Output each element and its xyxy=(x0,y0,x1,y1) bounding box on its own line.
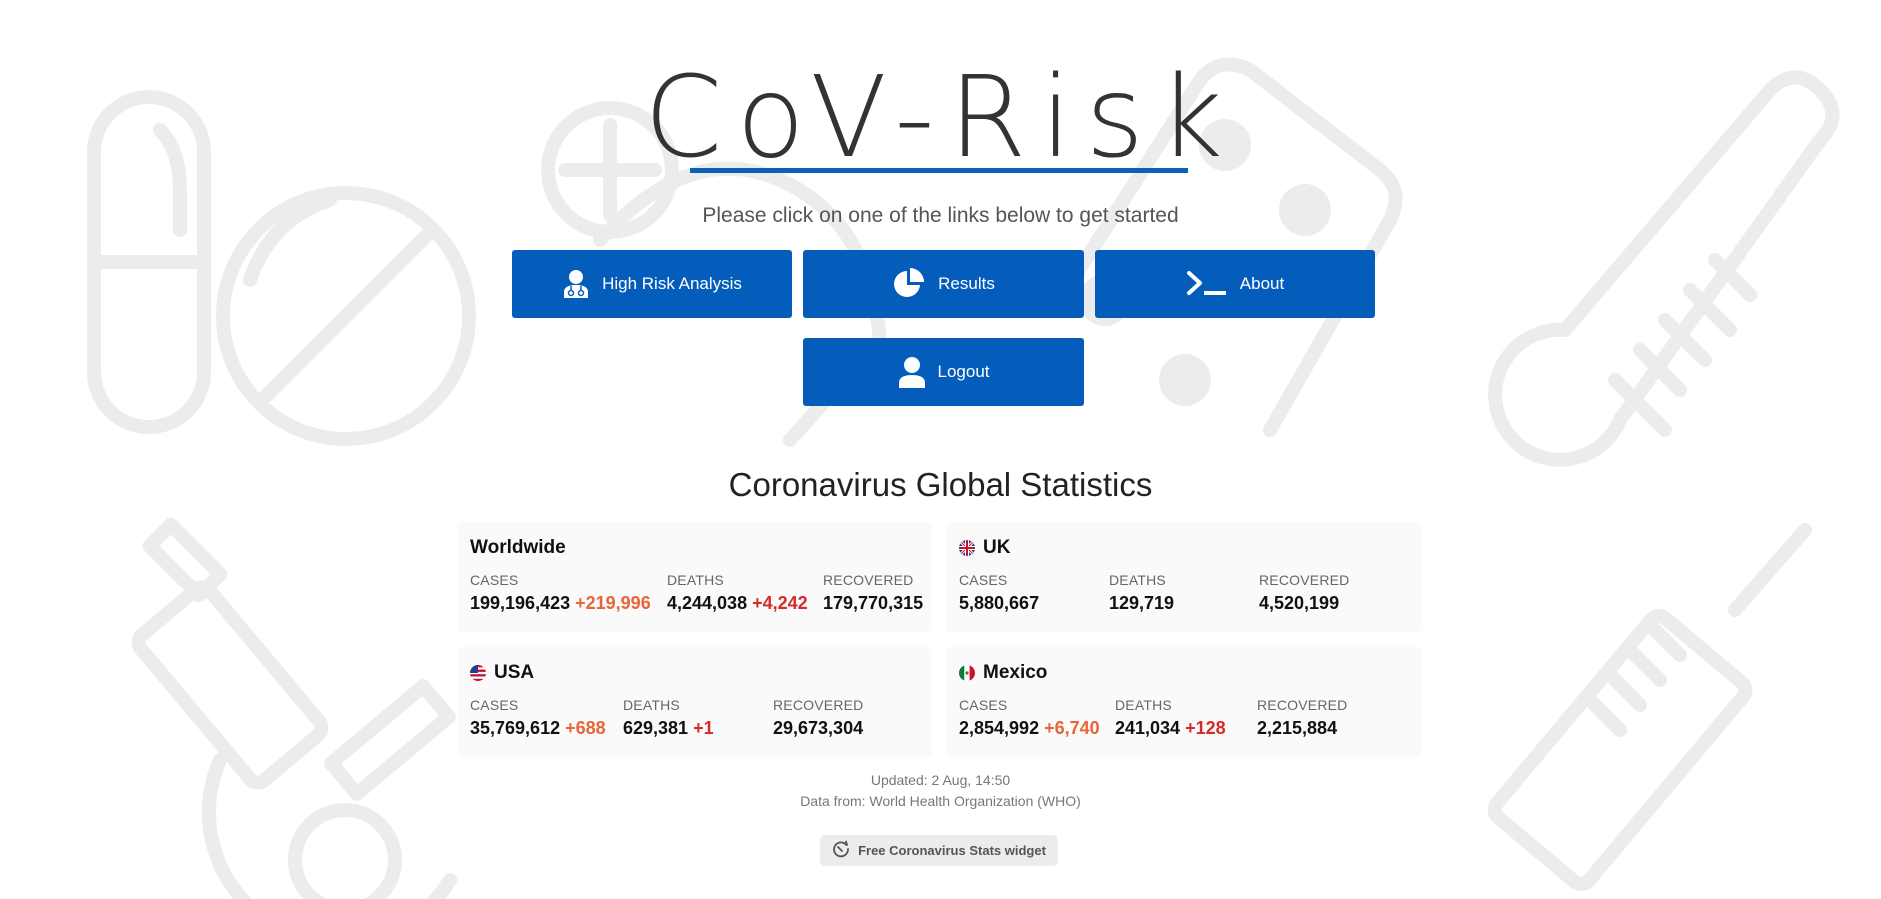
deaths-value: 4,244,038 xyxy=(667,593,748,613)
data-source: Data from: World Health Organization (WH… xyxy=(800,793,1081,809)
cases-label: CASES xyxy=(959,572,1008,588)
mexico-flag-icon xyxy=(959,665,975,681)
deaths-value: 129,719 xyxy=(1109,593,1175,613)
recovered-column: RECOVERED 4,520,199 xyxy=(1259,572,1349,614)
deaths-column: DEATHS 629,381 +1 xyxy=(623,697,714,739)
free-stats-widget-link[interactable]: Free Coronavirus Stats widget xyxy=(820,835,1058,866)
updated-timestamp: Updated: 2 Aug, 14:50 xyxy=(870,772,1011,788)
deaths-increase: +1 xyxy=(693,718,714,738)
deaths-column: DEATHS 241,034 +128 xyxy=(1115,697,1226,739)
stats-card-usa: USA CASES 35,769,612 +688 DEATHS 629,381… xyxy=(457,647,932,757)
card-title: USA xyxy=(494,662,535,683)
deaths-column: DEATHS 4,244,038 +4,242 xyxy=(667,572,808,614)
cases-value: 199,196,423 xyxy=(470,593,571,613)
deaths-label: DEATHS xyxy=(1109,572,1166,588)
cases-increase: +219,996 xyxy=(575,593,651,613)
stats-card-worldwide: Worldwide CASES 199,196,423 +219,996 DEA… xyxy=(457,522,932,632)
high-risk-analysis-label: High Risk Analysis xyxy=(602,274,742,293)
recovered-column: RECOVERED 2,215,884 xyxy=(1257,697,1347,739)
stats-title: Coronavirus Global Statistics xyxy=(728,466,1153,503)
about-label: About xyxy=(1239,274,1285,293)
logout-label: Logout xyxy=(937,362,990,381)
title-underline xyxy=(690,168,1188,173)
recovered-value: 29,673,304 xyxy=(773,718,864,738)
cases-value: 5,880,667 xyxy=(959,593,1040,613)
cases-value: 35,769,612 xyxy=(470,718,561,738)
high-risk-analysis-button[interactable]: High Risk Analysis xyxy=(512,250,792,318)
recovered-label: RECOVERED xyxy=(823,572,914,588)
doctor-icon xyxy=(562,269,590,299)
recovered-column: RECOVERED 179,770,315 xyxy=(823,572,923,614)
card-title-row: Mexico xyxy=(959,662,1047,684)
deaths-increase: +4,242 xyxy=(752,593,808,613)
deaths-label: DEATHS xyxy=(623,697,680,713)
card-title: UK xyxy=(983,537,1011,558)
widget-label: Free Coronavirus Stats widget xyxy=(858,843,1046,858)
results-label: Results xyxy=(938,274,995,293)
recovered-value: 2,215,884 xyxy=(1257,718,1338,738)
card-title: Mexico xyxy=(983,662,1048,683)
deaths-column: DEATHS 129,719 xyxy=(1109,572,1174,614)
recovered-label: RECOVERED xyxy=(773,697,864,713)
recovered-column: RECOVERED 29,673,304 xyxy=(773,697,863,739)
about-button[interactable]: About xyxy=(1095,250,1375,318)
card-title-row: USA xyxy=(470,662,534,684)
cases-label: CASES xyxy=(470,697,519,713)
cases-label: CASES xyxy=(959,697,1008,713)
usa-flag-icon xyxy=(470,665,486,681)
cases-column: CASES 35,769,612 +688 xyxy=(470,697,606,739)
cases-value: 2,854,992 xyxy=(959,718,1040,738)
refresh-icon xyxy=(832,840,850,861)
stats-card-uk: UK CASES 5,880,667 DEATHS 129,719 RECOVE… xyxy=(946,522,1421,632)
recovered-value: 4,520,199 xyxy=(1259,593,1340,613)
cases-column: CASES 199,196,423 +219,996 xyxy=(470,572,651,614)
cases-column: CASES 5,880,667 xyxy=(959,572,1039,614)
recovered-label: RECOVERED xyxy=(1257,697,1348,713)
card-title: Worldwide xyxy=(470,537,566,558)
cases-increase: +6,740 xyxy=(1044,718,1100,738)
pie-chart-icon xyxy=(892,268,926,300)
deaths-label: DEATHS xyxy=(667,572,724,588)
deaths-value: 629,381 xyxy=(623,718,689,738)
recovered-value: 179,770,315 xyxy=(823,593,924,613)
cases-increase: +688 xyxy=(565,718,606,738)
deaths-value: 241,034 xyxy=(1115,718,1181,738)
results-button[interactable]: Results xyxy=(803,250,1084,318)
page-subtitle: Please click on one of the links below t… xyxy=(702,204,1179,227)
page-title: CoV-Risk xyxy=(644,53,1237,183)
uk-flag-icon xyxy=(959,540,975,556)
terminal-icon xyxy=(1186,270,1228,298)
stats-card-mexico: Mexico CASES 2,854,992 +6,740 DEATHS 241… xyxy=(946,647,1421,757)
deaths-increase: +128 xyxy=(1185,718,1226,738)
recovered-label: RECOVERED xyxy=(1259,572,1350,588)
cases-column: CASES 2,854,992 +6,740 xyxy=(959,697,1100,739)
logout-button[interactable]: Logout xyxy=(803,338,1084,406)
cases-label: CASES xyxy=(470,572,519,588)
user-icon xyxy=(898,356,926,388)
deaths-label: DEATHS xyxy=(1115,697,1172,713)
card-title-row: UK xyxy=(959,537,1010,559)
